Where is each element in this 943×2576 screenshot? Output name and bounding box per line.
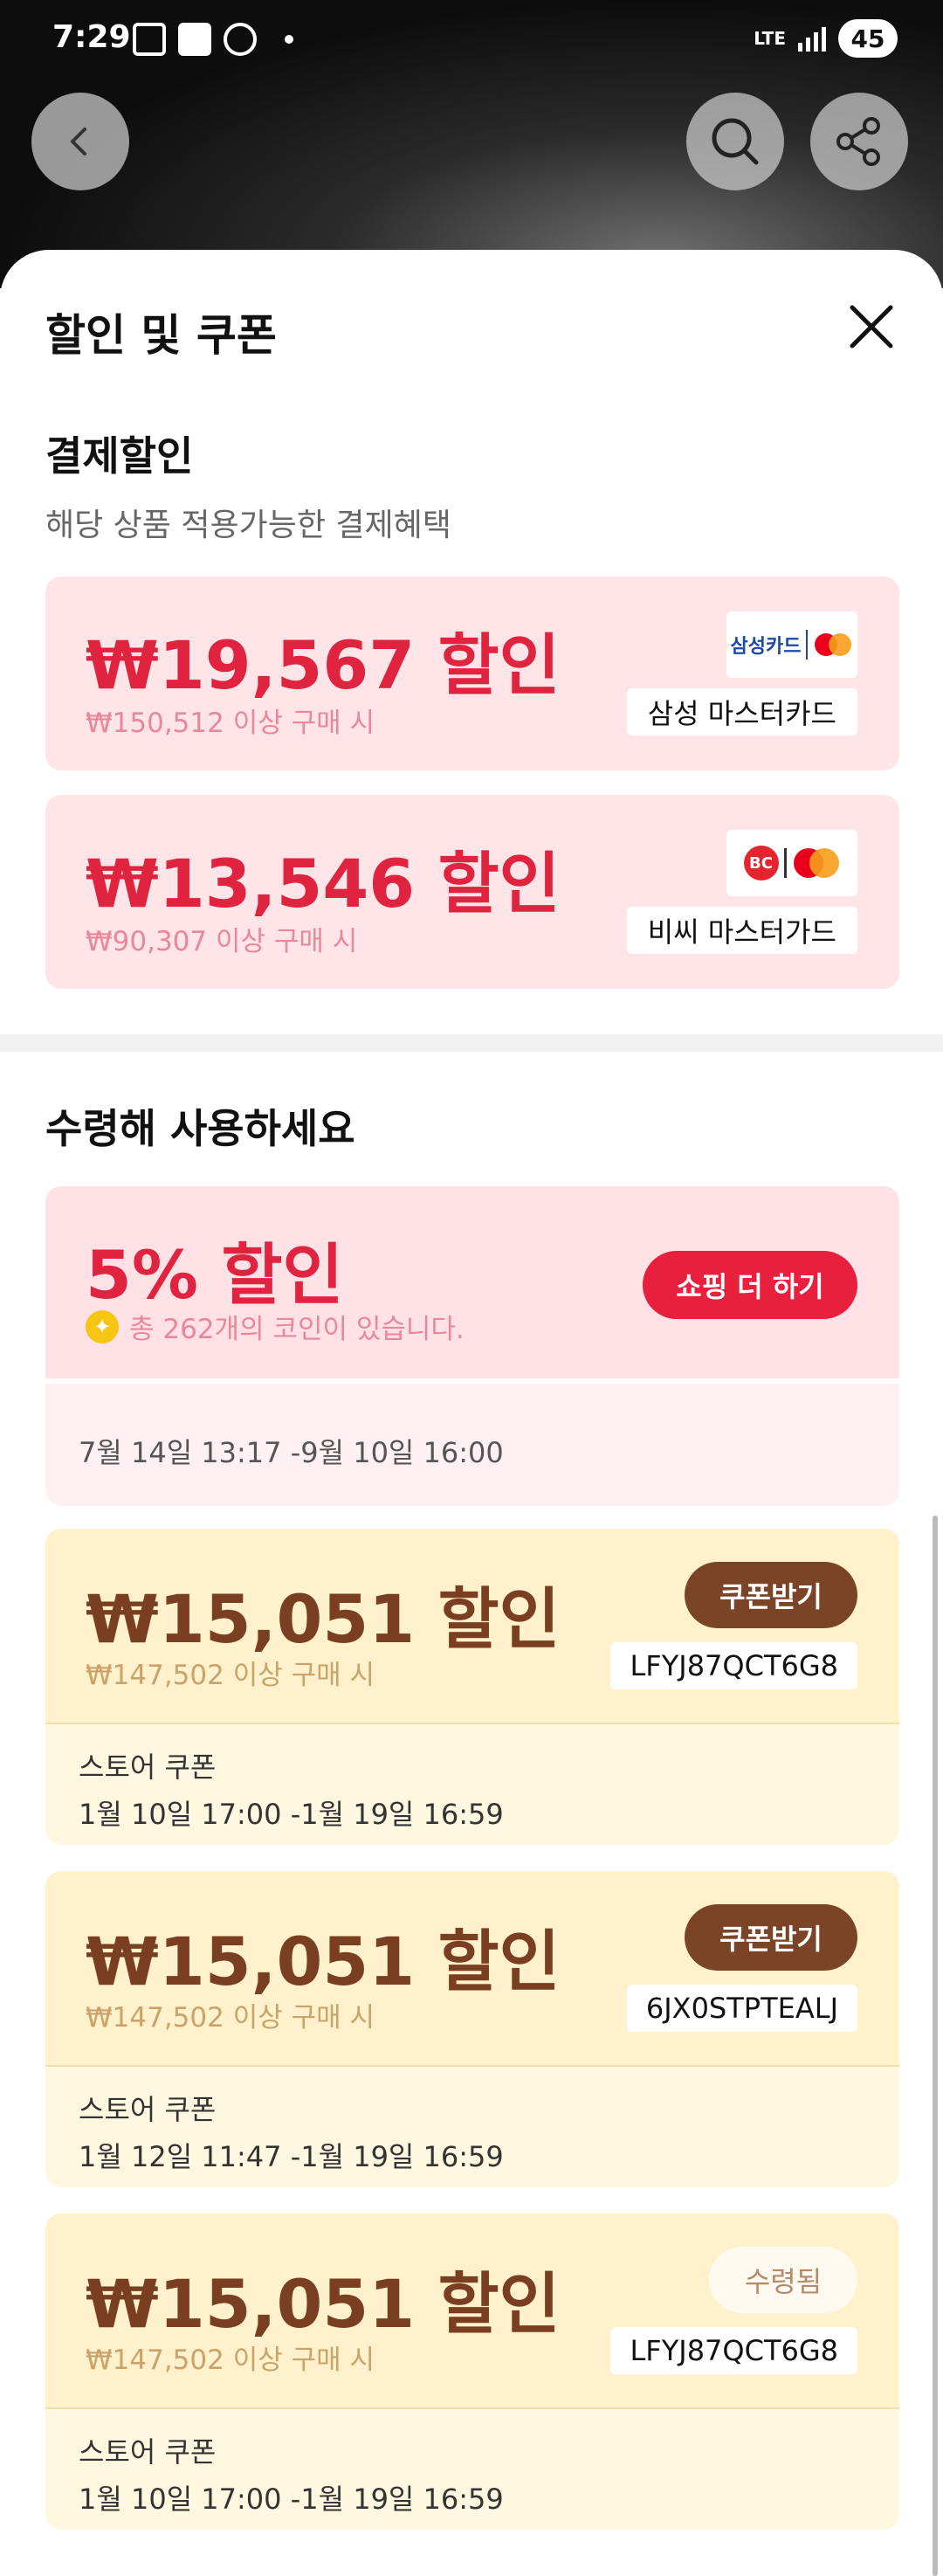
promo-period: 7월 14일 13:17 -9월 10일 16:00 [45,1384,899,1506]
coupon-received-badge: 수령됨 [709,2247,857,2313]
more-notifications-dot-icon [285,35,293,44]
coin-promo-card: 5% 할인 ✦ 총 262개의 코인이 있습니다. 쇼핑 더 하기 [45,1186,899,1378]
coupon-code: 6JX0STPTEALJ [626,1985,857,2032]
battery-level: 45 [838,19,898,58]
coupon-minimum-purchase: ₩147,502 이상 구매 시 [86,1660,375,1691]
status-bar: 7:29 LTE 45 [0,0,943,84]
coupon-type: 스토어 쿠폰 [79,2093,217,2126]
store-coupon-card: ₩15,051 할인 ₩147,502 이상 구매 시 수령됨 LFYJ87QC… [45,2213,899,2407]
coupon-details: 스토어 쿠폰 1월 12일 11:47 -1월 19일 16:59 [45,2065,899,2187]
signal-icon [798,25,826,52]
payment-discount-card: ₩13,546 할인 ₩90,307 이상 구매 시 BC 비씨 마스터가드 [45,795,899,989]
get-coupon-button[interactable]: 쿠폰받기 [685,1904,857,1971]
share-icon [836,117,880,166]
card-name: 비씨 마스터가드 [626,907,857,954]
promo-discount-amount: 5% 할인 [86,1236,344,1314]
coupon-details: 스토어 쿠폰 1월 10일 17:00 -1월 19일 16:59 [45,1723,899,1845]
coupon-period: 1월 12일 11:47 -1월 19일 16:59 [79,2140,504,2173]
search-icon [712,118,759,165]
minimum-purchase: ₩90,307 이상 구매 시 [86,926,358,957]
coupon-discount-amount: ₩15,051 할인 [86,1580,561,1658]
promo-date: 7월 14일 13:17 -9월 10일 16:00 [79,1436,504,1469]
app-icon [178,23,211,56]
coupon-minimum-purchase: ₩147,502 이상 구매 시 [86,2345,375,2376]
discount-amount: ₩13,546 할인 [86,845,561,922]
mastercard-icon [815,633,852,656]
minimum-purchase: ₩150,512 이상 구매 시 [86,708,375,739]
coin-balance-text: 총 262개의 코인이 있습니다. [129,1314,465,1345]
coupon-minimum-purchase: ₩147,502 이상 구매 시 [86,2002,375,2034]
coupon-code: LFYJ87QCT6G8 [610,1642,857,1689]
close-icon [850,305,893,349]
bc-card-logo-text: BC [743,846,779,881]
samsung-card-logo-text: 삼성카드 [730,636,802,658]
discount-amount: ₩19,567 할인 [86,626,561,704]
coupon-type: 스토어 쿠폰 [79,1751,217,1784]
coupon-type: 스토어 쿠폰 [79,2435,217,2469]
coin-balance: ✦ 총 262개의 코인이 있습니다. [86,1307,465,1346]
mastercard-icon [793,848,839,878]
coupon-code: LFYJ87QCT6G8 [610,2327,857,2374]
coupon-period: 1월 10일 17:00 -1월 19일 16:59 [79,1798,504,1831]
coupon-discount-amount: ₩15,051 할인 [86,1923,561,2000]
search-button[interactable] [686,93,784,190]
coin-icon: ✦ [86,1309,119,1343]
coupon-discount-amount: ₩15,051 할인 [86,2265,561,2343]
samsung-card-logo: 삼성카드 [726,611,857,678]
share-button[interactable] [810,93,908,190]
section-divider [0,1034,943,1052]
back-arrow-icon [71,128,86,155]
edit-icon [224,23,257,56]
get-coupon-button[interactable]: 쿠폰받기 [685,1562,857,1628]
network-type: LTE [754,28,786,49]
payment-section-title: 결제할인 [45,432,194,480]
back-button[interactable] [31,93,129,190]
bc-card-logo: BC [726,830,857,896]
store-coupon-card: ₩15,051 할인 ₩147,502 이상 구매 시 쿠폰받기 6JX0STP… [45,1871,899,2065]
coupon-details: 스토어 쿠폰 1월 10일 17:00 -1월 19일 16:59 [45,2407,899,2530]
status-time: 7:29 [52,19,131,55]
payment-discount-card: ₩19,567 할인 ₩150,512 이상 구매 시 삼성카드 삼성 마스터카… [45,577,899,770]
coupons-section-title: 수령해 사용하세요 [45,1105,355,1152]
close-button[interactable] [845,300,898,353]
scrollbar[interactable] [933,1516,938,2576]
coupon-period: 1월 10일 17:00 -1월 19일 16:59 [79,2483,504,2516]
payment-section-subtitle: 해당 상품 적용가능한 결제혜택 [45,508,451,543]
screenshot-icon [133,23,166,56]
sheet-title: 할인 및 쿠폰 [45,310,277,361]
card-name: 삼성 마스터카드 [626,688,857,736]
store-coupon-card: ₩15,051 할인 ₩147,502 이상 구매 시 쿠폰받기 LFYJ87Q… [45,1529,899,1723]
notification-icons [133,23,293,56]
shop-more-button[interactable]: 쇼핑 더 하기 [643,1251,857,1319]
